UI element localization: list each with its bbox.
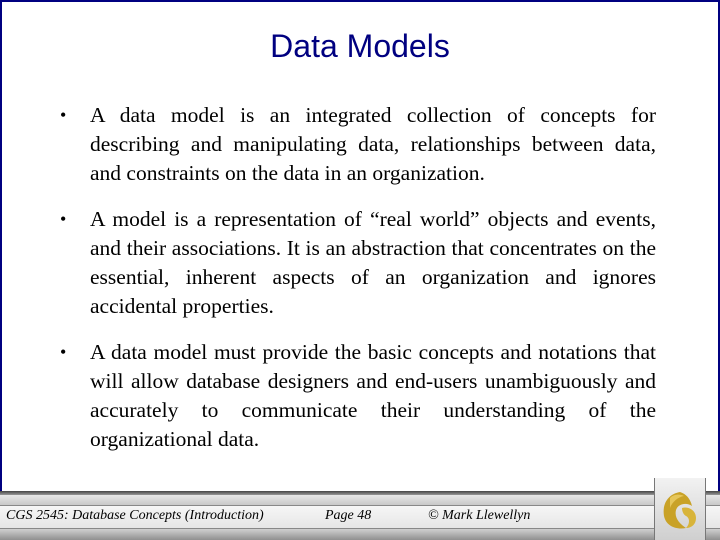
footer-course: CGS 2545: Database Concepts (Introductio… (6, 508, 264, 523)
bullet-item: • A data model is an integrated collectio… (54, 101, 656, 188)
slide-title: Data Models (270, 28, 450, 64)
bullet-list: • A data model is an integrated collectio… (54, 101, 656, 471)
footer-bar (0, 495, 720, 505)
slide-frame: Data Models • A data model is an integrat… (0, 0, 720, 492)
bullet-item: • A model is a representation of “real wo… (54, 205, 656, 321)
bullet-text: A model is a representation of “real wor… (90, 207, 656, 318)
bullet-item: • A data model must provide the basic con… (54, 338, 656, 454)
pegasus-logo-icon (654, 478, 706, 540)
bullet-text: A data model must provide the basic conc… (90, 340, 656, 451)
slide-footer: CGS 2545: Database Concepts (Introductio… (0, 491, 720, 540)
footer-bar (0, 529, 720, 540)
bullet-icon: • (60, 209, 67, 229)
footer-copyright: © Mark Llewellyn (428, 508, 531, 523)
bullet-icon: • (60, 342, 67, 362)
bullet-icon: • (60, 105, 67, 125)
footer-page-number: Page 48 (325, 508, 372, 523)
bullet-text: A data model is an integrated collection… (90, 103, 656, 185)
